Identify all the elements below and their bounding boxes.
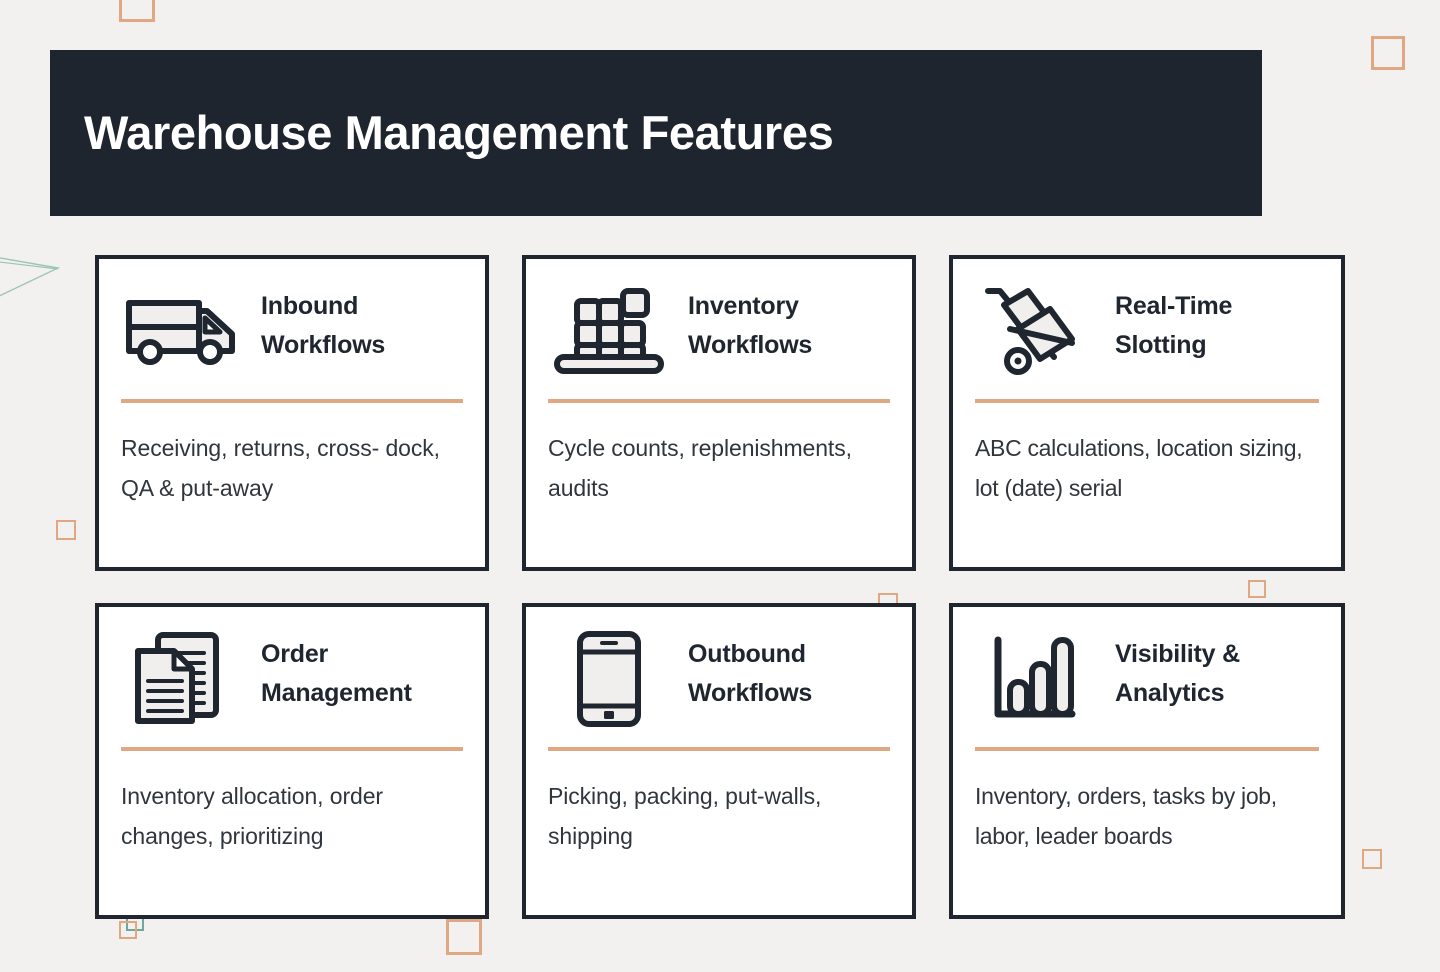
card-header: Order Management [121, 632, 463, 729]
card-header: Outbound Workflows [548, 631, 890, 729]
card-body-text: ABC calculations, location sizing, lot (… [975, 435, 1303, 501]
card-body-text: Inventory allocation, order changes, pri… [121, 783, 383, 849]
card-title: Inbound Workflows [261, 292, 386, 359]
delivery-truck-icon [121, 285, 243, 377]
card-title: Inventory Workflows [688, 292, 813, 359]
feature-card-outbound-workflows[interactable]: Outbound Workflows Picking, packing, put… [522, 603, 916, 919]
card-body-text: Cycle counts, replenishments, audits [548, 435, 852, 501]
feature-card-real-time-slotting[interactable]: Real-Time Slotting ABC calculations, loc… [949, 255, 1345, 571]
mobile-device-icon [548, 631, 670, 727]
feature-card-visibility-analytics[interactable]: Visibility & Analytics Inventory, orders… [949, 603, 1345, 919]
card-body-text: Receiving, returns, cross- dock, QA & pu… [121, 435, 440, 501]
hand-truck-dolly-icon [975, 285, 1097, 377]
card-header: Visibility & Analytics [975, 633, 1319, 729]
card-body-text: Inventory, orders, tasks by job, labor, … [975, 783, 1277, 849]
card-header: Inbound Workflows [121, 285, 463, 381]
feature-card-inbound-workflows[interactable]: Inbound Workflows Receiving, returns, cr… [95, 255, 489, 571]
slide-canvas: Warehouse Management Features Inbound Wo… [0, 0, 1440, 972]
bar-chart-icon [975, 633, 1097, 725]
card-title: Real-Time Slotting [1115, 292, 1233, 359]
card-header: Inventory Workflows [548, 285, 890, 381]
feature-card-order-management[interactable]: Order Management Inventory allocation, o… [95, 603, 489, 919]
stacked-documents-icon [121, 632, 243, 725]
stacked-boxes-pallet-icon [548, 285, 670, 377]
title-banner: Warehouse Management Features [50, 50, 1262, 216]
card-title: Outbound Workflows [688, 640, 813, 707]
page-title: Warehouse Management Features [84, 106, 834, 160]
card-body-text: Picking, packing, put-walls, shipping [548, 783, 822, 849]
feature-card-grid: Inbound Workflows Receiving, returns, cr… [95, 255, 1347, 919]
card-title: Visibility & Analytics [1115, 640, 1240, 707]
card-title: Order Management [261, 640, 412, 707]
feature-card-inventory-workflows[interactable]: Inventory Workflows Cycle counts, replen… [522, 255, 916, 571]
card-header: Real-Time Slotting [975, 285, 1319, 381]
